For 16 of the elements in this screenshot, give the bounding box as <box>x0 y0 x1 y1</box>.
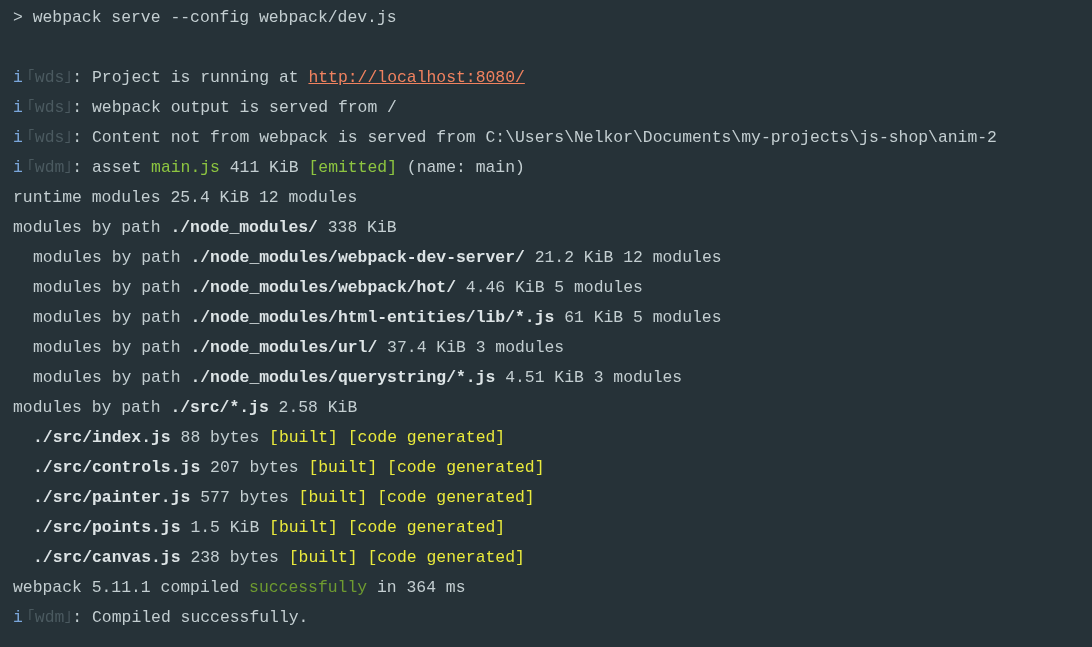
output-line: ./src/canvas.js 238 bytes [built] [code generated] <box>33 548 525 567</box>
url-link[interactable]: http://localhost:8080/ <box>308 68 525 87</box>
output-line: ./src/index.js 88 bytes [built] [code generated] <box>33 428 506 447</box>
output-line: ./src/painter.js 577 bytes [built] [code generated] <box>33 488 535 507</box>
command-line: > webpack serve --config webpack/dev.js <box>13 7 398 29</box>
output-line: runtime modules 25.4 KiB 12 modules <box>13 188 358 207</box>
output-line: ./src/controls.js 207 bytes [built] [code generated] <box>33 458 545 477</box>
output-line: modules by path ./node_modules/html-entities/lib/*.js 61 KiB 5 modules <box>33 308 722 327</box>
output-line: webpack 5.11.1 compiled successfully in 364 ms <box>13 578 466 597</box>
output-line: modules by path ./src/*.js 2.58 KiB <box>13 398 358 417</box>
output-line: ./src/points.js 1.5 KiB [built] [code generated] <box>33 518 506 537</box>
output-line: modules by path ./node_modules/ 338 KiB <box>13 218 397 237</box>
output-line: modules by path ./node_modules/webpack/hot/ 4.46 KiB 5 modules <box>33 278 643 297</box>
output-line: modules by path ./node_modules/querystring/*.js 4.51 KiB 3 modules <box>33 368 683 387</box>
output-line: modules by path ./node_modules/url/ 37.4 KiB 3 modules <box>33 338 565 357</box>
output-line: modules by path ./node_modules/webpack-dev-server/ 21.2 KiB 12 modules <box>33 248 722 267</box>
